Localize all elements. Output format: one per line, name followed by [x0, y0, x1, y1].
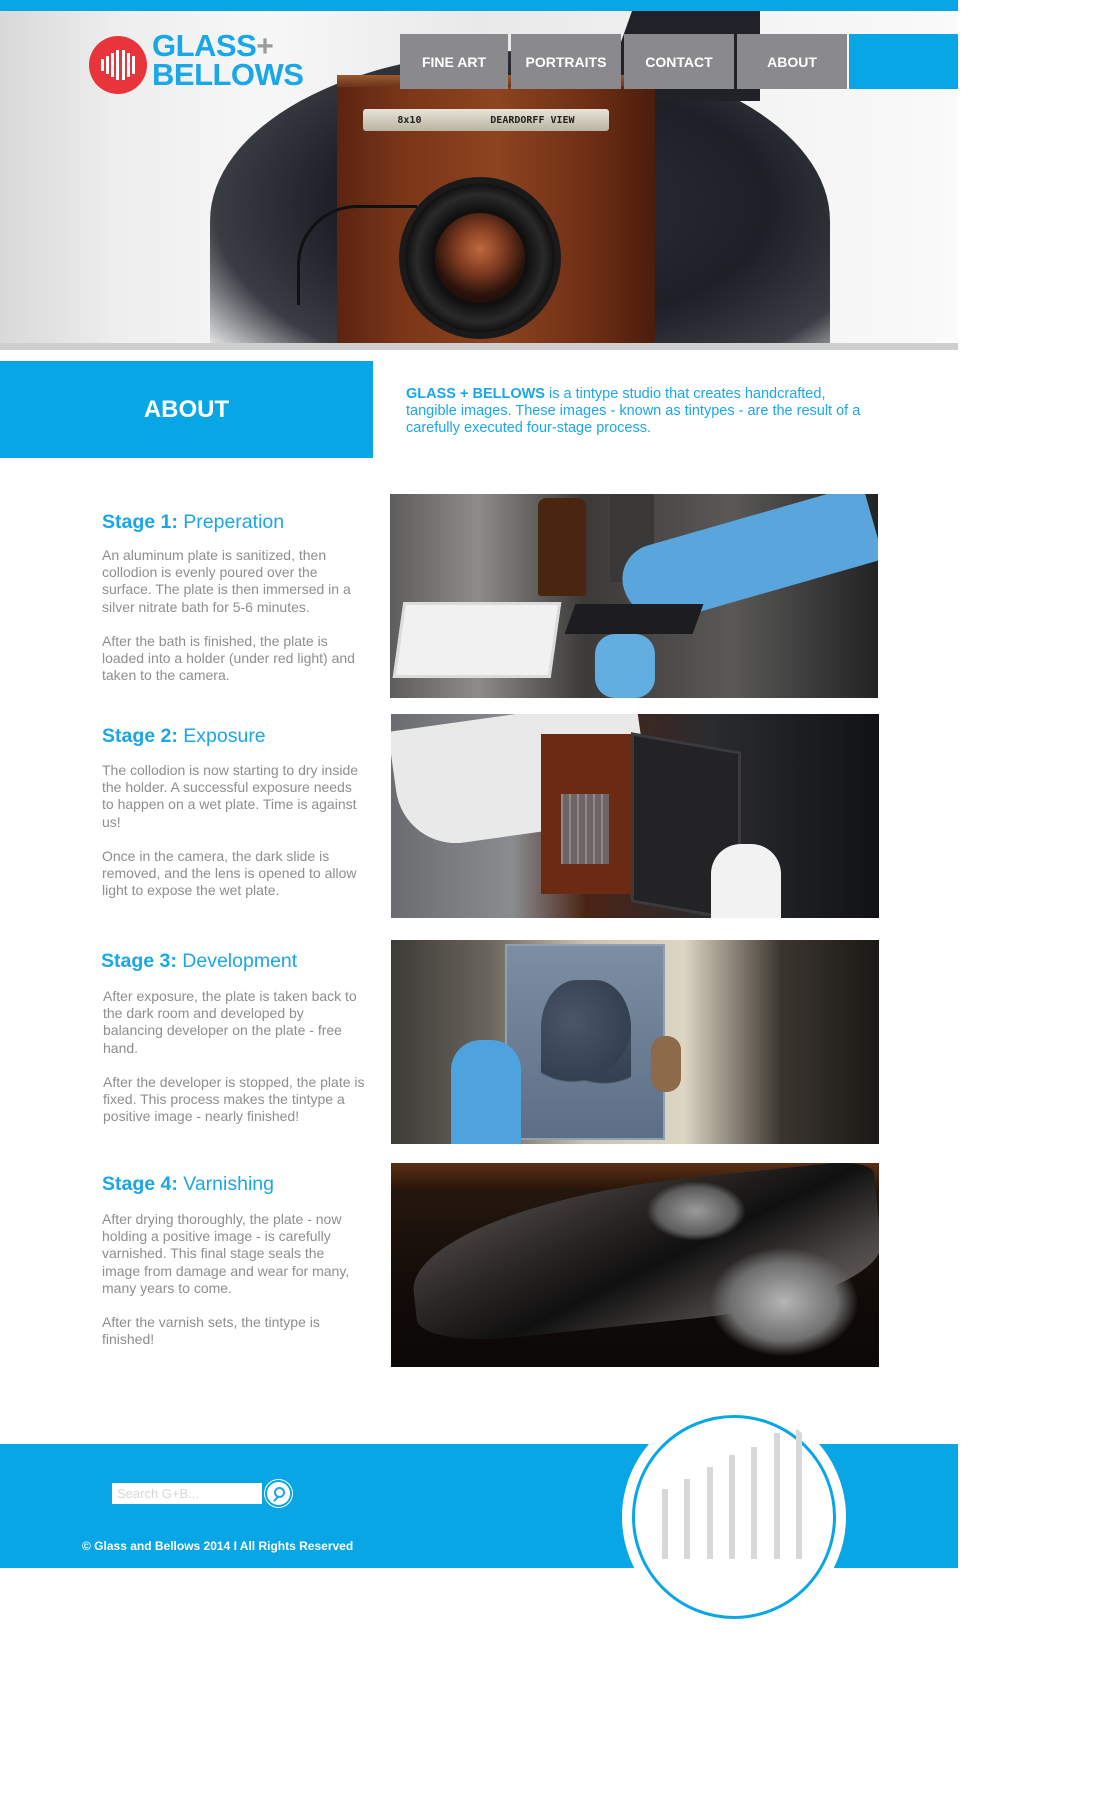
stage-3-text: After exposure, the plate is taken back … [103, 988, 365, 1142]
aluminum-plate [564, 604, 704, 634]
portrait-face-2 [709, 1247, 859, 1357]
nav-portraits[interactable]: PORTRAITS [511, 34, 621, 89]
search-button[interactable] [265, 1480, 292, 1507]
site-logo[interactable]: GLASS+ BELLOWS [89, 30, 329, 94]
logo-bars [101, 48, 135, 82]
about-intro: GLASS + BELLOWS is a tintype studio that… [406, 386, 876, 437]
hero-divider [0, 343, 958, 350]
stage-2-title: Stage 2: Exposure [102, 725, 266, 748]
white-gloved-hand-2 [711, 844, 781, 918]
stage-2-number: Stage 2: [102, 725, 178, 747]
stage-4-paragraph-1: After drying thoroughly, the plate - now… [102, 1211, 350, 1296]
stage-3-name: Development [176, 950, 298, 972]
stage-3-title: Stage 3: Development [101, 950, 297, 973]
camera-nameplate: 8x10 DEARDORFF VIEW [363, 109, 609, 131]
stage-3-photo [391, 940, 879, 1144]
logo-wordmark: GLASS+ BELLOWS [152, 30, 304, 92]
about-heading-box: ABOUT [0, 361, 373, 458]
intro-brand: GLASS + BELLOWS [406, 386, 545, 402]
nav-about[interactable]: ABOUT [737, 34, 847, 89]
nav-accent-block [849, 34, 958, 89]
copyright-text: © Glass and Bellows 2014 I All Rights Re… [82, 1539, 354, 1553]
blue-gloved-hand [451, 1040, 521, 1144]
stage-4-text: After drying thoroughly, the plate - now… [102, 1211, 364, 1365]
top-accent-bar [0, 0, 958, 11]
about-heading: ABOUT [143, 395, 230, 423]
developing-tray [392, 602, 562, 678]
search-input[interactable] [112, 1483, 262, 1504]
portrait-face-1 [646, 1181, 746, 1241]
stage-3-paragraph-2: After the developer is stopped, the plat… [103, 1073, 365, 1125]
plate-portrait [541, 980, 631, 1100]
stage-1-photo [390, 494, 878, 698]
search-icon-handle [273, 1496, 279, 1502]
stage-4-title: Stage 4: Varnishing [102, 1173, 274, 1196]
nav-contact[interactable]: CONTACT [624, 34, 734, 89]
stage-1-number: Stage 1: [102, 511, 178, 533]
stage-2-name: Exposure [177, 725, 266, 747]
stage-2-paragraph-2: Once in the camera, the dark slide is re… [102, 847, 357, 899]
logo-word-bellows: BELLOWS [152, 57, 304, 92]
stage-1-paragraph-1: An aluminum plate is sanitized, then col… [102, 547, 351, 615]
lens-glass [435, 213, 525, 303]
stage-2-paragraph-1: The collodion is now starting to dry ins… [102, 762, 359, 830]
view-camera: 8x10 DEARDORFF VIEW [297, 75, 655, 343]
stage-2-photo [391, 714, 879, 918]
gloved-hand-2 [595, 634, 655, 698]
main-nav: FINE ART PORTRAITS CONTACT ABOUT [400, 34, 850, 89]
stage-1-title: Stage 1: Preperation [102, 511, 284, 534]
logo-mark-icon [89, 36, 147, 94]
chemical-bottle [538, 498, 586, 596]
camera-plate-size: 8x10 [397, 114, 422, 126]
stage-4-paragraph-2: After the varnish sets, the tintype is f… [102, 1314, 320, 1348]
stage-1-paragraph-2: After the bath is finished, the plate is… [102, 632, 355, 684]
footer-logo-mark-icon [622, 1405, 846, 1629]
stage-1-name: Preperation [177, 511, 285, 533]
camera-plate-name: DEARDORFF VIEW [490, 114, 575, 126]
footer-logo-bars [662, 1419, 802, 1559]
stage-4-photo [391, 1163, 879, 1367]
thumb [651, 1036, 681, 1092]
stage-4-name: Varnishing [177, 1173, 274, 1195]
camera-lens [405, 183, 555, 333]
ground-glass [561, 794, 609, 864]
stage-1-text: An aluminum plate is sanitized, then col… [102, 547, 364, 701]
stage-4-number: Stage 4: [102, 1173, 178, 1195]
stage-2-text: The collodion is now starting to dry ins… [102, 762, 364, 916]
stage-3-paragraph-1: After exposure, the plate is taken back … [103, 988, 357, 1056]
stage-3-number: Stage 3: [101, 950, 177, 972]
nav-fine-art[interactable]: FINE ART [400, 34, 508, 89]
